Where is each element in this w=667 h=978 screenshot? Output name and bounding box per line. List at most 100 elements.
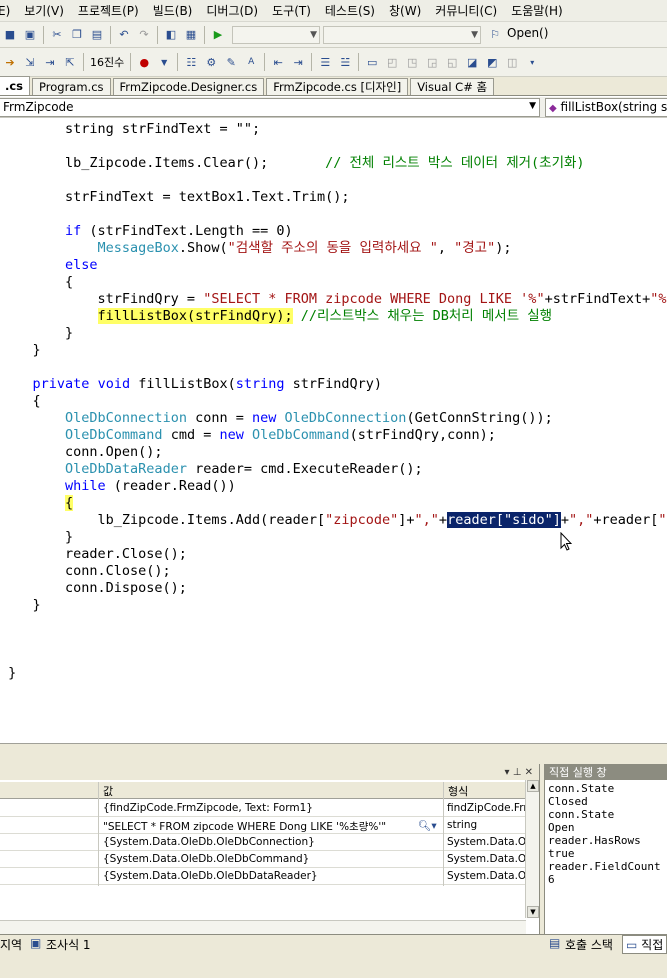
find-combo[interactable]: Open() xyxy=(505,26,615,44)
tab-immediate[interactable]: ▭ 직접 xyxy=(622,935,667,954)
outdent-icon[interactable]: ⇤ xyxy=(270,54,286,70)
code-token: "% xyxy=(650,291,667,307)
menu-item[interactable]: 도움말(H) xyxy=(511,2,563,19)
member-combo[interactable]: ◆ fillListBox(string s xyxy=(545,98,667,117)
step-into-icon[interactable]: ⇲ xyxy=(22,54,38,70)
bookmark-window-icon[interactable]: ◩ xyxy=(484,54,500,70)
properties-icon[interactable]: ✎ xyxy=(223,54,239,70)
watch-value: {System.Data.OleDb.OleDbCommand} xyxy=(103,853,310,865)
watch-header: 값 형식 xyxy=(0,782,525,799)
watch-row[interactable]: {findZipCode.FrmZipcode, Text: Form1} fin… xyxy=(0,800,525,817)
step-over-icon[interactable]: ⇥ xyxy=(42,54,58,70)
watch-row[interactable]: "SELECT * FROM zipcode WHERE Dong LIKE '… xyxy=(0,817,525,834)
menu-item[interactable]: 커뮤니티(C) xyxy=(435,2,497,19)
document-tab[interactable]: FrmZipcode.Designer.cs xyxy=(112,78,265,95)
code-token: OleDbConnection xyxy=(284,410,407,426)
breakpoints-icon[interactable]: ● xyxy=(136,54,152,70)
bookmark-doc-icon[interactable]: ◪ xyxy=(464,54,480,70)
watch-row[interactable]: {System.Data.OleDb.OleDbConnection} Syste… xyxy=(0,834,525,851)
scroll-up-icon[interactable]: ▲ xyxy=(527,780,539,792)
watch-horizontal-scrollbar[interactable] xyxy=(0,920,526,934)
navigate-back-icon[interactable]: ◧ xyxy=(163,27,179,43)
menu-item[interactable]: 보기(V) xyxy=(24,2,64,19)
scroll-down-icon[interactable]: ▼ xyxy=(527,906,539,918)
code-token: "SELECT * FROM zipcode WHERE Dong LIKE '… xyxy=(203,291,545,307)
column-header-value[interactable]: 값 xyxy=(103,783,113,799)
watch-row[interactable]: {System.Data.OleDb.OleDbCommand} System.D… xyxy=(0,851,525,868)
type-combo[interactable]: FrmZipcode ▼ xyxy=(0,98,540,117)
cut-icon[interactable]: ✂ xyxy=(49,27,65,43)
toolbar-separator xyxy=(177,53,179,71)
text-format-icon[interactable]: A xyxy=(243,54,259,70)
watch-vertical-scrollbar[interactable]: ▲ ▼ xyxy=(525,780,539,918)
bookmark-prev-icon[interactable]: ◰ xyxy=(384,54,400,70)
panel-splitter[interactable] xyxy=(0,743,667,765)
save-all-icon[interactable]: ▣ xyxy=(22,27,38,43)
find-icon[interactable]: ⚐ xyxy=(487,27,503,43)
document-tab-label: FrmZipcode.cs [디자인] xyxy=(273,80,402,94)
code-editor[interactable]: string strFindText = ""; lb_Zipcode.Item… xyxy=(0,118,667,743)
uncomment-icon[interactable]: ☱ xyxy=(337,54,353,70)
copy-icon[interactable]: ❐ xyxy=(69,27,85,43)
watch-row[interactable]: {System.Data.OleDb.OleDbDataReader} Syste… xyxy=(0,868,525,885)
menu-item[interactable]: E) xyxy=(0,4,10,18)
toolbar-separator xyxy=(43,25,44,44)
platform-combo[interactable]: ▼ xyxy=(323,25,481,44)
save-icon[interactable]: ■ xyxy=(2,27,18,43)
class-view-icon[interactable]: ☷ xyxy=(183,54,199,70)
type-combo-value: FrmZipcode xyxy=(3,100,74,114)
tab-locals[interactable]: 지역 xyxy=(0,936,22,953)
paste-icon[interactable]: ▤ xyxy=(89,27,105,43)
pin-icon[interactable]: ⊥ xyxy=(513,767,522,778)
code-token: " xyxy=(658,512,667,528)
bookmark-icon[interactable]: ▭ xyxy=(364,54,380,70)
menu-item[interactable]: 도구(T) xyxy=(272,2,311,19)
bookmark-disabled-icon[interactable]: ◫ xyxy=(504,54,520,70)
document-tab[interactable]: .cs xyxy=(0,76,31,95)
undo-icon[interactable]: ↶ xyxy=(116,27,132,43)
code-line: OleDbCommand cmd = new OleDbCommand(strF… xyxy=(0,427,667,444)
menu-item[interactable]: 프로젝트(P) xyxy=(78,2,139,19)
redo-icon[interactable]: ↷ xyxy=(136,27,152,43)
code-token: "검색할 주소의 동을 입력하세요 " xyxy=(227,240,438,256)
solution-config-combo[interactable]: ▼ xyxy=(232,25,320,44)
toolbar-options-icon[interactable]: ▾ xyxy=(524,54,540,70)
document-tab[interactable]: FrmZipcode.cs [디자인] xyxy=(266,78,409,95)
column-header-type[interactable]: 형식 xyxy=(448,783,468,799)
build-icon[interactable]: ▦ xyxy=(183,27,199,43)
indent-icon[interactable]: ⇥ xyxy=(290,54,306,70)
step-out-icon[interactable]: ⇱ xyxy=(62,54,78,70)
bookmark-folder-icon[interactable]: ◱ xyxy=(444,54,460,70)
menu-item[interactable]: 테스트(S) xyxy=(325,2,375,19)
immediate-window[interactable]: 직접 실행 창 conn.State Closed conn.State Open re… xyxy=(544,764,667,934)
code-token: fillListBox(strFindQry); xyxy=(97,308,293,324)
document-tab[interactable]: Program.cs xyxy=(32,78,111,95)
code-line: OleDbDataReader reader= cmd.ExecuteReade… xyxy=(0,461,667,478)
immediate-output[interactable]: conn.State Closed conn.State Open reader.Has… xyxy=(545,780,667,886)
menu-item[interactable]: 빌드(B) xyxy=(153,2,193,19)
comment-icon[interactable]: ☰ xyxy=(317,54,333,70)
menu-item[interactable]: 디버그(D) xyxy=(206,2,258,19)
show-next-statement-icon[interactable]: ➔ xyxy=(2,54,18,70)
document-tab-label: .cs xyxy=(5,79,24,93)
object-browser-icon[interactable]: ⚙ xyxy=(203,54,219,70)
code-token: + xyxy=(438,512,448,528)
start-debug-icon[interactable]: ▶ xyxy=(210,27,226,43)
menu-item[interactable]: 창(W) xyxy=(389,2,421,19)
window-position-icon[interactable]: ▾ xyxy=(504,767,509,778)
immediate-line: reader.FieldCount xyxy=(548,860,661,873)
dropdown-arrow-icon[interactable]: ▼ xyxy=(156,54,172,70)
close-icon[interactable]: ✕ xyxy=(525,767,533,778)
code-token: conn.Open(); xyxy=(0,444,163,460)
bookmark-clear-icon[interactable]: ◲ xyxy=(424,54,440,70)
text-visualizer-icon[interactable]: 🔍︎▾ xyxy=(418,819,437,832)
document-tab[interactable]: Visual C# 홈 xyxy=(410,78,495,95)
tab-watch1[interactable]: 조사식 1 xyxy=(46,936,91,953)
watch-window: ▾ ⊥ ✕ 값 형식 {findZipCode.FrmZipcode, Text… xyxy=(0,764,540,934)
bookmark-next-icon[interactable]: ◳ xyxy=(404,54,420,70)
hex-toggle[interactable]: 16진수 xyxy=(90,54,124,70)
tab-call-stack[interactable]: 호출 스택 xyxy=(565,936,613,953)
code-token: "zipcode" xyxy=(325,512,399,528)
